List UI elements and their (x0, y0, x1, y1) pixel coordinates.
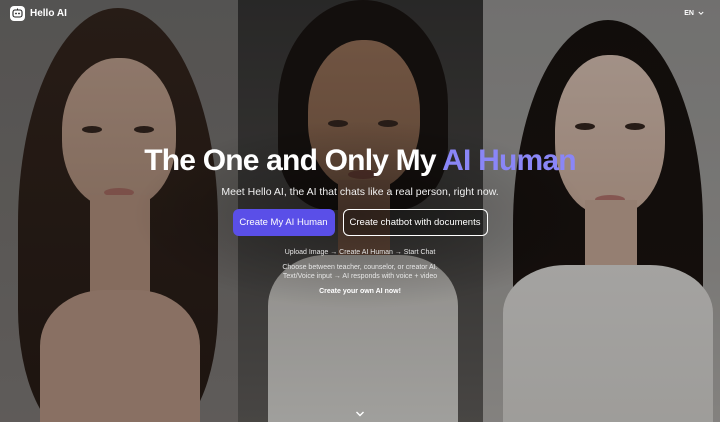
cta-text: Create your own AI now! (319, 287, 401, 295)
hero-subtitle: Meet Hello AI, the AI that chats like a … (221, 186, 499, 198)
chevron-down-icon (698, 11, 704, 15)
hero-section: The One and Only My AI Human Meet Hello … (0, 143, 720, 198)
title-accent: AI Human (442, 144, 576, 177)
title-main: The One and Only My (144, 144, 443, 177)
create-chatbot-button[interactable]: Create chatbot with documents (342, 209, 488, 236)
scroll-down-icon[interactable] (355, 410, 365, 418)
io-text: Text/Voice input → AI responds with voic… (282, 273, 438, 280)
logo-icon (10, 5, 25, 21)
top-bar: Hello AI EN (0, 0, 720, 26)
cta-buttons: Create My AI Human Create chatbot with d… (0, 209, 720, 236)
info-text: Upload Image → Create AI Human → Start C… (0, 248, 720, 296)
brand-link[interactable]: Hello AI (10, 5, 67, 21)
steps-text: Upload Image → Create AI Human → Start C… (284, 249, 436, 256)
brand-name: Hello AI (30, 7, 67, 19)
language-label: EN (684, 9, 694, 17)
create-ai-human-button[interactable]: Create My AI Human (232, 209, 335, 236)
page-title: The One and Only My AI Human (0, 143, 720, 179)
roles-text: Choose between teacher, counselor, or cr… (282, 263, 438, 271)
language-selector[interactable]: EN (684, 10, 704, 17)
